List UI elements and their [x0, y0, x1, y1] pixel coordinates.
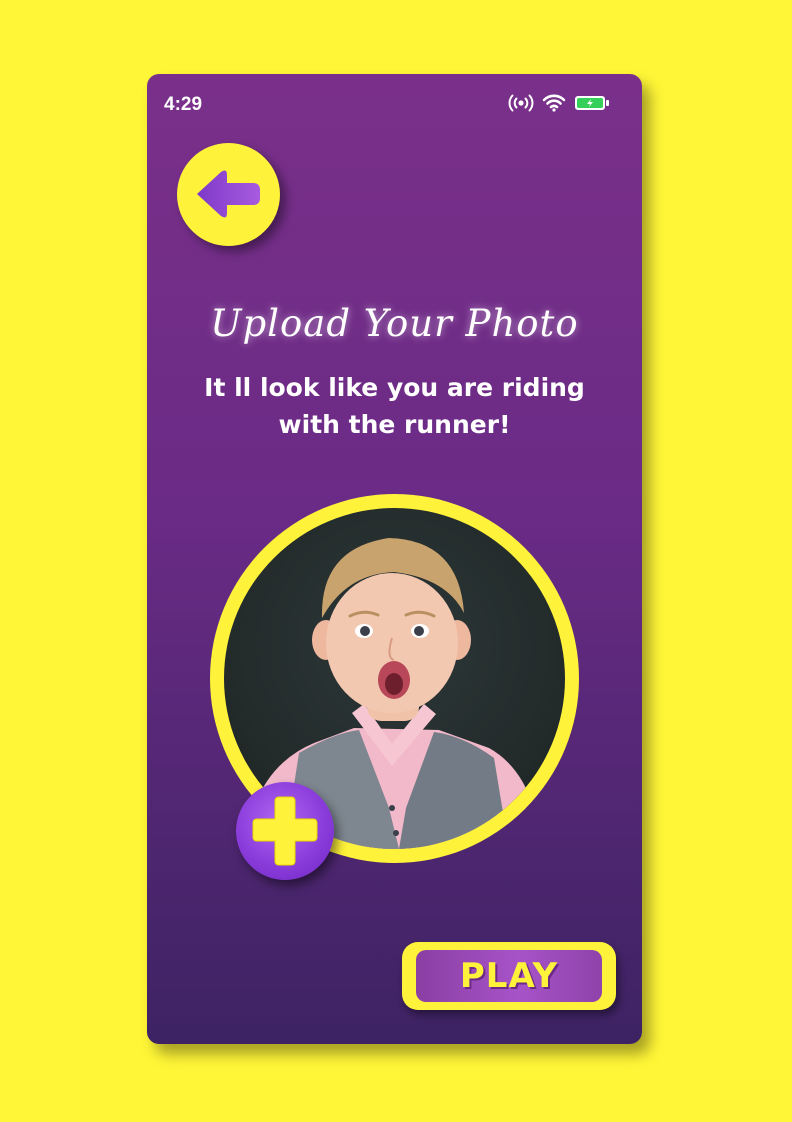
add-photo-button[interactable] — [236, 782, 334, 880]
back-button[interactable] — [177, 143, 280, 246]
hotspot-icon — [508, 94, 534, 112]
play-button[interactable]: PLAY — [402, 942, 616, 1010]
play-button-label: PLAY — [459, 956, 559, 996]
subtitle-line-1: It ll look like you are riding — [204, 373, 585, 402]
wifi-icon — [542, 94, 566, 112]
status-icons — [508, 94, 610, 112]
subtitle-line-2: with the runner! — [278, 410, 511, 439]
phone-screen: 4:29 Upload Your Photo It ll look like y… — [147, 74, 642, 1044]
status-time: 4:29 — [164, 94, 203, 115]
battery-charging-icon — [574, 94, 610, 112]
arrow-left-icon — [197, 170, 260, 218]
subtitle: It ll look like you are riding with the … — [167, 369, 622, 443]
plus-icon — [252, 796, 318, 866]
page-title: Upload Your Photo — [210, 302, 579, 345]
